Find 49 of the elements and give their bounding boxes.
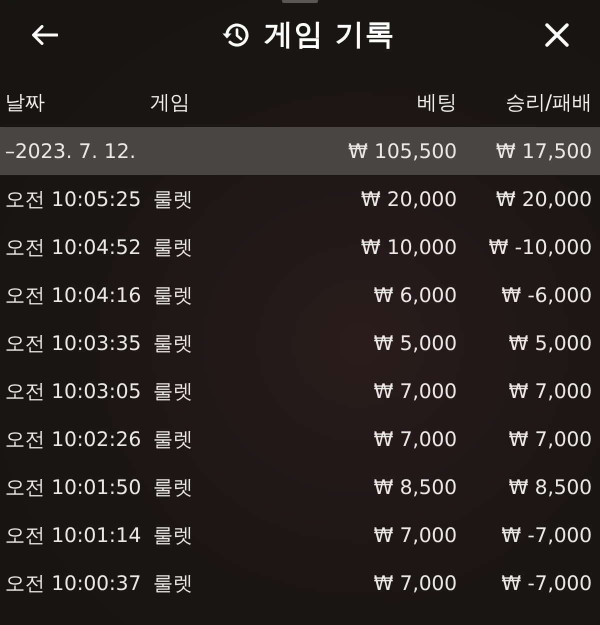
bet-cell: ₩ 8,500 [374,475,457,499]
time-cell-text: 오전 10:01:14 [5,523,142,547]
bet-total-cell: ₩ 105,500 [348,139,457,163]
time-cell-text: 오전 10:05:25 [5,187,142,211]
time-cell-text: 오전 10:01:50 [5,475,142,499]
game-cell-text: 룰렛 [152,379,194,403]
result-cell: ₩ 8,500 [508,475,592,499]
date-group-row[interactable]: –2023. 7. 12. ₩ 105,500 ₩ 17,500 [0,127,600,175]
game-cell-text: 룰렛 [152,331,194,355]
time-cell-text: 오전 10:03:35 [5,331,142,355]
time-cell-text: 오전 10:03:05 [5,379,142,403]
result-cell: ₩ 7,000 [508,427,592,451]
game-cell-text: 룰렛 [152,283,194,307]
column-header: 승리/패배 [504,90,592,114]
game-cell-text: 룰렛 [152,187,194,211]
result-cell: ₩ -7,000 [501,571,592,595]
result-cell: ₩ 20,000 [496,187,592,211]
result-cell: ₩ -7,000 [501,523,592,547]
close-icon[interactable] [544,23,569,47]
result-cell: ₩ -10,000 [488,235,592,259]
result-cell: ₩ 7,000 [508,379,592,403]
bet-cell: ₩ 7,000 [374,379,457,403]
time-cell-text: 오전 10:04:52 [5,235,142,259]
result-cell: ₩ -6,000 [501,283,592,307]
bet-cell: ₩ 20,000 [360,187,457,211]
game-cell-text: 룰렛 [152,427,194,451]
time-cell-text: 오전 10:00:37 [5,571,142,595]
bet-cell: ₩ 5,000 [374,331,457,355]
bet-cell: ₩ 10,000 [360,235,457,259]
game-cell-text: 룰렛 [152,523,194,547]
result-total-cell: ₩ 17,500 [496,139,592,163]
time-cell-text: 오전 10:02:26 [5,427,142,451]
history-icon [222,22,250,48]
bet-cell: ₩ 7,000 [374,571,457,595]
back-arrow-icon[interactable] [32,25,58,45]
time-cell-text: 오전 10:04:16 [5,283,142,307]
result-cell: ₩ 5,000 [508,331,592,355]
drag-handle[interactable] [282,0,318,3]
game-cell-text: 룰렛 [152,571,194,595]
game-cell-text: 룰렛 [152,235,194,259]
column-header: 날짜 [5,90,46,114]
date-cell-text: –2023. 7. 12. [5,139,137,163]
game-cell-text: 룰렛 [152,475,194,499]
column-header: 게임 [150,90,191,114]
column-header: 베팅 [416,90,457,114]
window-title: 게임 기록 [264,16,396,53]
bet-cell: ₩ 7,000 [374,523,457,547]
bet-cell: ₩ 7,000 [374,427,457,451]
bet-cell: ₩ 6,000 [374,283,457,307]
